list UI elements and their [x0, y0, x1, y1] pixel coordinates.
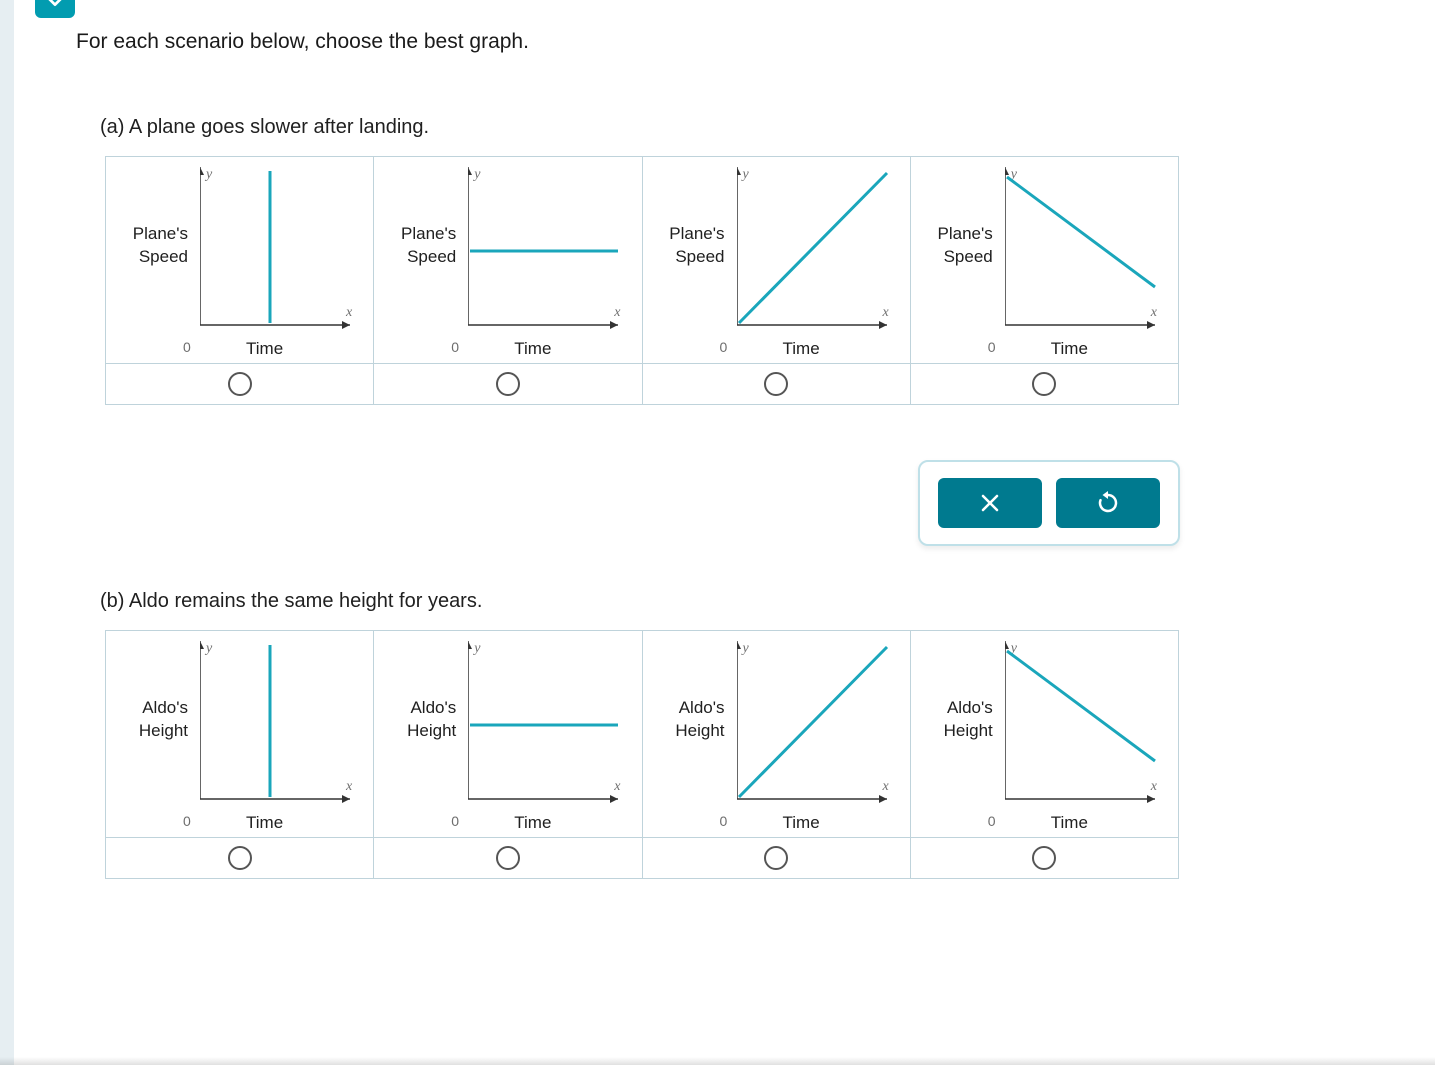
- options-group-b: Aldo'sHeight y x 0 Time Aldo'sHeight y x…: [105, 630, 1179, 879]
- option-a3-radio-cell: [643, 363, 911, 404]
- left-margin-stripe: [0, 0, 14, 1065]
- option-b4-radio-cell: [911, 837, 1178, 878]
- close-button[interactable]: [938, 478, 1042, 528]
- chevron-down-icon: [44, 0, 66, 12]
- y-axis-label: Aldo'sHeight: [925, 697, 993, 743]
- option-b2-cell: Aldo'sHeight y x 0 Time: [374, 631, 642, 837]
- origin-label: 0: [720, 813, 728, 829]
- y-axis-label: Aldo'sHeight: [388, 697, 456, 743]
- option-b1-cell: Aldo'sHeight y x 0 Time: [106, 631, 374, 837]
- y-axis-label: Aldo'sHeight: [657, 697, 725, 743]
- option-a3-cell: Plane'sSpeed y x 0 Time: [643, 157, 911, 363]
- origin-label: 0: [451, 813, 459, 829]
- graph-b2: [468, 641, 628, 809]
- origin-label: 0: [988, 339, 996, 355]
- graph-a2: [468, 167, 628, 335]
- x-axis-label: Time: [783, 339, 820, 359]
- action-buttons-card: [918, 460, 1180, 546]
- option-a4-cell: Plane'sSpeed y x 0 Time: [911, 157, 1178, 363]
- graph-a1: [200, 167, 360, 335]
- close-icon: [978, 491, 1002, 515]
- option-b4-cell: Aldo'sHeight y x 0 Time: [911, 631, 1178, 837]
- radio-b4[interactable]: [1032, 846, 1056, 870]
- option-b3-radio-cell: [643, 837, 911, 878]
- x-axis-label: Time: [514, 339, 551, 359]
- x-axis-label: Time: [783, 813, 820, 833]
- radio-a4[interactable]: [1032, 372, 1056, 396]
- y-axis-label: Plane'sSpeed: [388, 223, 456, 269]
- expand-toggle-badge[interactable]: [35, 0, 75, 18]
- graph-b1: [200, 641, 360, 809]
- reset-icon: [1096, 491, 1120, 515]
- part-a-label: (a) A plane goes slower after landing.: [100, 116, 429, 139]
- bottom-edge-shadow: [0, 1057, 1435, 1065]
- y-axis-label: Plane'sSpeed: [657, 223, 725, 269]
- y-axis-label: Plane'sSpeed: [120, 223, 188, 269]
- radio-b1[interactable]: [228, 846, 252, 870]
- graph-a3: [737, 167, 897, 335]
- radio-b3[interactable]: [764, 846, 788, 870]
- origin-label: 0: [720, 339, 728, 355]
- option-a4-radio-cell: [911, 363, 1178, 404]
- option-b3-cell: Aldo'sHeight y x 0 Time: [643, 631, 911, 837]
- options-group-a: Plane'sSpeed y x 0 Time Plane'sSpeed y x…: [105, 156, 1179, 405]
- origin-label: 0: [451, 339, 459, 355]
- part-b-label: (b) Aldo remains the same height for yea…: [100, 590, 482, 613]
- x-axis-label: Time: [246, 813, 283, 833]
- option-a2-cell: Plane'sSpeed y x 0 Time: [374, 157, 642, 363]
- origin-label: 0: [183, 339, 191, 355]
- radio-a2[interactable]: [496, 372, 520, 396]
- origin-label: 0: [988, 813, 996, 829]
- x-axis-label: Time: [246, 339, 283, 359]
- radio-a1[interactable]: [228, 372, 252, 396]
- x-axis-label: Time: [1051, 339, 1088, 359]
- radio-b2[interactable]: [496, 846, 520, 870]
- y-axis-label: Plane'sSpeed: [925, 223, 993, 269]
- option-a2-radio-cell: [374, 363, 642, 404]
- x-axis-label: Time: [1051, 813, 1088, 833]
- option-b1-radio-cell: [106, 837, 374, 878]
- y-axis-label: Aldo'sHeight: [120, 697, 188, 743]
- option-a1-radio-cell: [106, 363, 374, 404]
- reset-button[interactable]: [1056, 478, 1160, 528]
- option-b2-radio-cell: [374, 837, 642, 878]
- x-axis-label: Time: [514, 813, 551, 833]
- graph-a4: [1005, 167, 1165, 335]
- origin-label: 0: [183, 813, 191, 829]
- question-prompt: For each scenario below, choose the best…: [76, 30, 529, 54]
- radio-a3[interactable]: [764, 372, 788, 396]
- option-a1-cell: Plane'sSpeed y x 0 Time: [106, 157, 374, 363]
- graph-b4: [1005, 641, 1165, 809]
- graph-b3: [737, 641, 897, 809]
